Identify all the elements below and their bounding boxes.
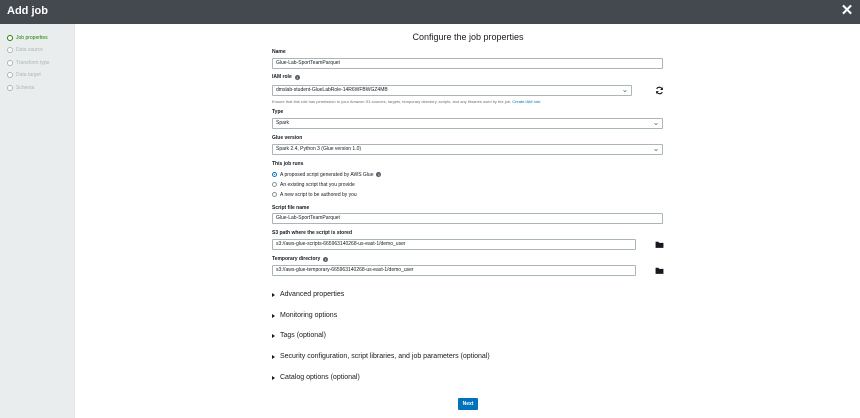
- step-label: Schema: [16, 84, 35, 91]
- step-label: Data source: [16, 46, 43, 53]
- section-security-configuration[interactable]: Security configuration, script libraries…: [272, 352, 490, 361]
- temp-dir-label-text: Temporary directory: [272, 256, 321, 262]
- chevron-down-icon: [623, 90, 627, 93]
- script-file-name-label: Script file name: [272, 205, 310, 211]
- close-icon[interactable]: ✕: [840, 3, 854, 19]
- section-label: Security configuration, script libraries…: [280, 353, 490, 360]
- chevron-down-icon: [654, 123, 658, 126]
- radio-label: An existing script that you provide: [280, 181, 355, 188]
- script-file-name-input[interactable]: Glue-Lab-SportTeamParquet: [272, 213, 663, 224]
- wizard-steps-sidebar: Job properties Data source Transform typ…: [0, 24, 75, 418]
- folder-icon[interactable]: [655, 266, 664, 275]
- title-bar: Add job ✕: [0, 0, 860, 24]
- step-data-source[interactable]: Data source: [7, 44, 43, 55]
- window-title: Add job: [7, 5, 48, 17]
- iam-role-select[interactable]: dmslab-student-GlueLabRole-14R6WFBWGZ4MB: [272, 85, 632, 96]
- info-icon[interactable]: i: [294, 74, 300, 80]
- step-label: Job properties: [16, 34, 48, 41]
- step-indicator-icon: [7, 84, 13, 91]
- step-schema[interactable]: Schema: [7, 82, 34, 93]
- iam-role-help: Ensure that this role has permission to …: [272, 99, 541, 104]
- radio-existing-script[interactable]: An existing script that you provide: [272, 181, 355, 188]
- glue-version-value: Spark 2.4, Python 3 (Glue version 1.0): [276, 146, 362, 152]
- section-monitoring-options[interactable]: Monitoring options: [272, 311, 337, 320]
- job-runs-label: This job runs: [272, 161, 304, 167]
- step-label: Transform type: [16, 59, 50, 66]
- iam-role-help-text: Ensure that this role has permission to …: [272, 99, 512, 104]
- s3-path-label: S3 path where the script is stored: [272, 230, 353, 236]
- iam-role-label-text: IAM role: [272, 74, 292, 80]
- caret-right-icon: [272, 375, 275, 380]
- iam-role-value: dmslab-student-GlueLabRole-14R6WFBWGZ4MB: [276, 87, 388, 93]
- iam-role-label: IAM role i: [272, 74, 300, 80]
- section-catalog-options[interactable]: Catalog options (optional): [272, 373, 360, 382]
- type-label: Type: [272, 109, 284, 115]
- radio-unselected-icon: [272, 182, 277, 187]
- type-value: Spark: [276, 120, 290, 126]
- step-label: Data target: [16, 71, 41, 78]
- radio-label: A new script to be authored by you: [280, 191, 357, 198]
- radio-unselected-icon: [272, 192, 277, 197]
- type-select[interactable]: Spark: [272, 118, 663, 129]
- step-indicator-icon: [7, 71, 13, 78]
- section-advanced-properties[interactable]: Advanced properties: [272, 290, 344, 299]
- section-tags[interactable]: Tags (optional): [272, 331, 326, 340]
- s3-path-input[interactable]: s3://aws-glue-scripts-665963140268-us-ea…: [272, 239, 636, 250]
- step-data-target[interactable]: Data target: [7, 69, 41, 80]
- caret-right-icon: [272, 354, 275, 359]
- radio-selected-icon: [272, 172, 277, 177]
- step-transform-type[interactable]: Transform type: [7, 57, 49, 68]
- folder-icon[interactable]: [655, 240, 664, 249]
- section-label: Monitoring options: [280, 312, 338, 319]
- page-title: Configure the job properties: [412, 32, 524, 42]
- glue-version-label: Glue version: [272, 135, 303, 141]
- step-indicator-icon: [7, 59, 13, 66]
- name-label: Name: [272, 49, 286, 55]
- info-icon[interactable]: i: [376, 172, 382, 177]
- radio-proposed-script[interactable]: A proposed script generated by AWS Glue …: [272, 171, 382, 178]
- next-button[interactable]: Next: [458, 398, 478, 410]
- section-label: Advanced properties: [280, 291, 345, 298]
- step-indicator-icon: [7, 34, 13, 41]
- temp-dir-label: Temporary directory i: [272, 256, 329, 262]
- caret-right-icon: [272, 292, 275, 297]
- radio-new-script[interactable]: A new script to be authored by you: [272, 191, 357, 198]
- name-input[interactable]: Glue-Lab-SportTeamParquet: [272, 58, 663, 69]
- section-label: Catalog options (optional): [280, 374, 360, 381]
- temp-dir-input[interactable]: s3://aws-glue-temporary-665963140268-us-…: [272, 265, 636, 276]
- create-iam-role-link[interactable]: Create IAM role.: [512, 99, 541, 104]
- section-label: Tags (optional): [280, 332, 326, 339]
- chevron-down-icon: [654, 149, 658, 152]
- caret-right-icon: [272, 333, 275, 338]
- radio-label: A proposed script generated by AWS Glue: [280, 171, 374, 178]
- step-indicator-icon: [7, 46, 13, 53]
- caret-right-icon: [272, 313, 275, 318]
- glue-version-select[interactable]: Spark 2.4, Python 3 (Glue version 1.0): [272, 144, 663, 155]
- job-properties-form: Configure the job properties Name Glue-L…: [76, 24, 860, 418]
- step-job-properties[interactable]: Job properties: [7, 32, 48, 43]
- refresh-icon[interactable]: [655, 86, 664, 95]
- info-icon[interactable]: i: [323, 256, 329, 262]
